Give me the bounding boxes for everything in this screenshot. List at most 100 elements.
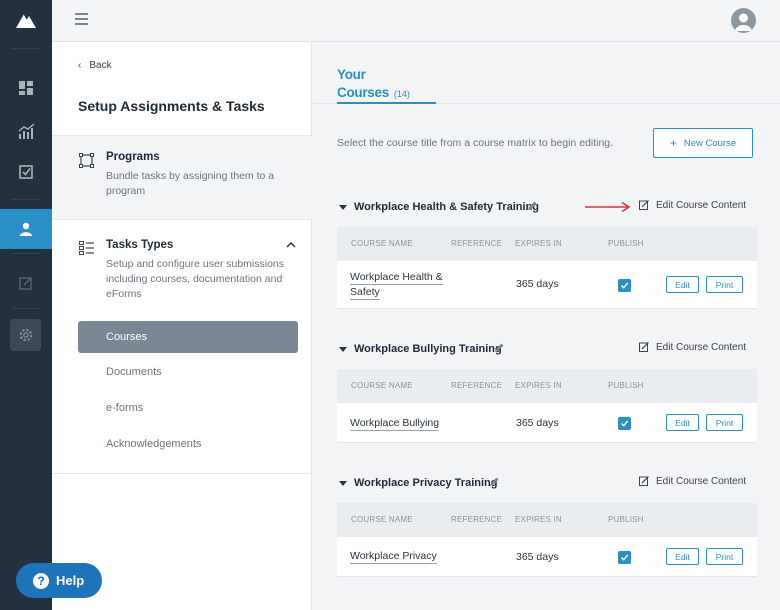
rail-reports[interactable]: [0, 111, 52, 151]
rail-edit[interactable]: [0, 263, 52, 303]
table-row: Workplace Health & Safety 365 days Edit …: [337, 261, 757, 309]
print-button[interactable]: Print: [706, 414, 743, 431]
top-bar: [52, 0, 780, 42]
new-course-button[interactable]: + New Course: [653, 128, 753, 158]
rail-users[interactable]: [0, 209, 52, 249]
course-name-link[interactable]: Workplace Health & Safety: [350, 270, 443, 300]
print-button[interactable]: Print: [706, 548, 743, 565]
course-section: Workplace Health & Safety Training Edit …: [337, 199, 757, 309]
edit-icon: [19, 277, 32, 290]
table-row: Workplace Privacy 365 days Edit Print: [337, 537, 757, 577]
expires-value: 365 days: [516, 551, 559, 563]
edit-button[interactable]: Edit: [666, 276, 699, 293]
edit-square-icon: [639, 342, 649, 352]
sub-item-e-forms[interactable]: e-forms: [78, 392, 298, 424]
rail-divider: [12, 308, 40, 309]
setup-panel: ‹ Back Setup Assignments & Tasks Programs…: [52, 42, 312, 610]
checkmark-icon: [620, 420, 629, 427]
section-title[interactable]: Workplace Health & Safety Training: [354, 201, 539, 213]
column-header: EXPIRES IN: [515, 515, 562, 524]
edit-button[interactable]: Edit: [666, 414, 699, 431]
tab-label: Your Courses: [337, 67, 389, 100]
edit-square-icon: [639, 200, 649, 210]
plus-icon: +: [669, 136, 677, 150]
course-table: COURSE NAME REFERENCE EXPIRES IN PUBLISH…: [337, 369, 757, 452]
logo-icon[interactable]: [14, 10, 38, 30]
rail-dashboard[interactable]: [0, 68, 52, 108]
column-header: EXPIRES IN: [515, 239, 562, 248]
sub-item-documents[interactable]: Documents: [78, 356, 298, 388]
rail-tasks[interactable]: [0, 152, 52, 192]
chevron-up-icon[interactable]: [286, 240, 296, 250]
programs-item[interactable]: Programs Bundle tasks by assigning them …: [52, 135, 312, 220]
sub-item-courses[interactable]: Courses: [78, 321, 298, 353]
caret-down-icon[interactable]: [339, 205, 347, 210]
column-header: PUBLISH: [608, 239, 644, 248]
rail-divider: [12, 253, 40, 254]
table-row: Workplace Bullying 365 days Edit Print: [337, 403, 757, 443]
rail-settings[interactable]: [10, 319, 41, 351]
programs-description: Bundle tasks by assigning them to a prog…: [106, 170, 275, 197]
publish-checkbox[interactable]: [618, 551, 631, 564]
tab-your-courses[interactable]: Your Courses (14): [337, 66, 436, 104]
column-header: REFERENCE: [451, 381, 503, 390]
checklist-icon: [19, 165, 33, 179]
course-name-link[interactable]: Workplace Privacy: [350, 549, 437, 564]
caret-down-icon[interactable]: [339, 347, 347, 352]
pencil-icon[interactable]: [493, 342, 505, 354]
settings-icon: [19, 328, 32, 342]
divider: [52, 473, 312, 474]
pencil-icon[interactable]: [526, 200, 538, 212]
edit-button[interactable]: Edit: [666, 548, 699, 565]
course-name-line-1: Workplace Health &: [350, 271, 443, 285]
dashboard-icon: [19, 81, 33, 95]
chart-icon: [18, 123, 34, 139]
main-content: Your Courses (14) Select the course title…: [313, 42, 780, 610]
expires-value: 365 days: [516, 417, 559, 429]
app-rail: [0, 0, 52, 610]
hint-text: Select the course title from a course ma…: [337, 137, 614, 149]
column-header: COURSE NAME: [351, 381, 413, 390]
print-button[interactable]: Print: [706, 276, 743, 293]
back-label: Back: [89, 60, 112, 71]
edit-course-content-link[interactable]: Edit Course Content: [639, 476, 746, 487]
help-label: Help: [56, 573, 85, 588]
column-header: EXPIRES IN: [515, 381, 562, 390]
user-avatar-icon[interactable]: [731, 8, 756, 33]
checkmark-icon: [620, 282, 629, 289]
publish-checkbox[interactable]: [618, 417, 631, 430]
course-section: Workplace Bullying Training Edit Course …: [337, 341, 757, 443]
pencil-icon[interactable]: [488, 476, 500, 488]
edit-course-content-label: Edit Course Content: [656, 342, 747, 353]
section-title[interactable]: Workplace Bullying Training: [354, 343, 502, 355]
edit-square-icon: [639, 476, 649, 486]
section-title[interactable]: Workplace Privacy Training: [354, 477, 497, 489]
tab-bar: Your Courses (14): [313, 42, 780, 104]
course-name-line-2: Safety: [350, 286, 380, 300]
help-button[interactable]: ? Help: [16, 563, 102, 598]
course-table: COURSE NAME REFERENCE EXPIRES IN PUBLISH…: [337, 227, 757, 310]
table-header: COURSE NAME REFERENCE EXPIRES IN PUBLISH: [337, 503, 757, 537]
course-table: COURSE NAME REFERENCE EXPIRES IN PUBLISH…: [337, 503, 757, 586]
person-icon: [20, 222, 32, 236]
chevron-left-icon: ‹: [78, 60, 82, 71]
task-types-icon: [79, 241, 94, 255]
back-link[interactable]: ‹ Back: [78, 60, 112, 71]
edit-course-content-link[interactable]: Edit Course Content: [639, 342, 746, 353]
column-header: REFERENCE: [451, 515, 503, 524]
checkmark-icon: [620, 554, 629, 561]
publish-checkbox[interactable]: [618, 279, 631, 292]
task-types-title: Tasks Types: [106, 239, 174, 251]
column-header: PUBLISH: [608, 381, 644, 390]
caret-down-icon[interactable]: [339, 481, 347, 486]
sub-item-acknowledgements[interactable]: Acknowledgements: [78, 428, 298, 460]
course-name-link[interactable]: Workplace Bullying: [350, 416, 440, 431]
question-icon: ?: [33, 572, 49, 589]
rail-divider: [12, 48, 40, 49]
rail-divider: [12, 199, 40, 200]
edit-course-content-link[interactable]: Edit Course Content: [639, 200, 746, 211]
hamburger-icon[interactable]: [75, 13, 88, 26]
course-section: Workplace Privacy Training Edit Course C…: [337, 475, 757, 577]
column-header: REFERENCE: [451, 239, 503, 248]
avatar-silhouette-icon: [735, 13, 752, 31]
